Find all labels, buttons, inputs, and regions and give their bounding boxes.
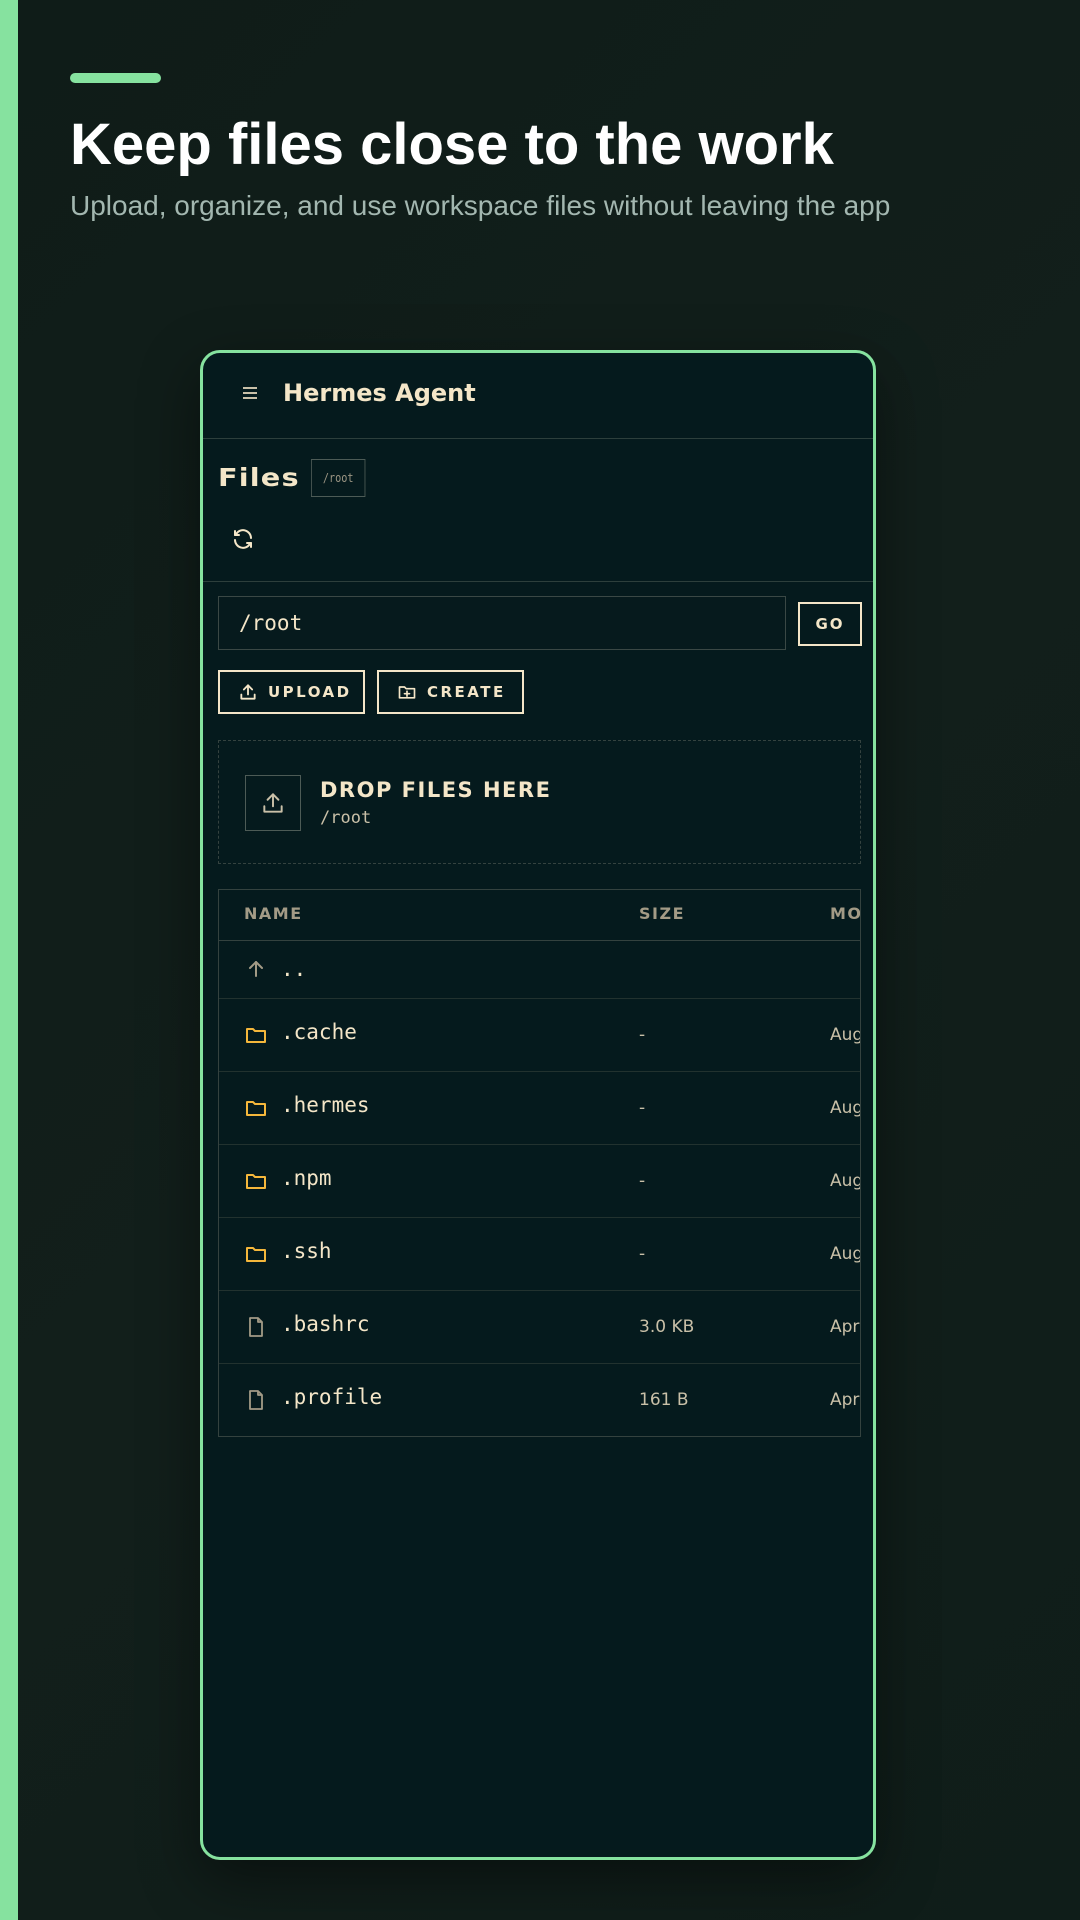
file-size: - bbox=[639, 1025, 646, 1045]
file-modified: Apr bbox=[830, 1390, 860, 1410]
hamburger-menu-icon[interactable] bbox=[241, 384, 261, 404]
file-name: .hermes bbox=[281, 1093, 370, 1117]
upload-button[interactable]: UPLOAD bbox=[218, 670, 365, 714]
drop-zone-title: DROP FILES HERE bbox=[320, 778, 552, 802]
app-topbar: Hermes Agent bbox=[203, 353, 873, 439]
file-size: - bbox=[639, 1244, 646, 1264]
file-icon bbox=[249, 1390, 263, 1410]
file-name: .ssh bbox=[281, 1239, 332, 1263]
parent-directory-label: .. bbox=[281, 957, 307, 981]
drop-upload-icon-box bbox=[245, 775, 301, 831]
folder-plus-icon bbox=[398, 686, 416, 699]
table-row[interactable]: .hermes - Aug bbox=[219, 1072, 861, 1145]
file-name: .bashrc bbox=[281, 1312, 370, 1336]
files-title: Files bbox=[218, 463, 300, 492]
folder-icon bbox=[246, 1174, 266, 1189]
upload-icon bbox=[263, 793, 283, 813]
go-button[interactable]: GO bbox=[798, 602, 862, 646]
phone-frame: Hermes Agent Files /root GO UPLOAD CREAT… bbox=[200, 350, 876, 1860]
file-modified: Apr bbox=[830, 1317, 860, 1337]
path-input[interactable] bbox=[218, 596, 786, 650]
refresh-icon[interactable] bbox=[231, 527, 255, 551]
current-path-chip: /root bbox=[311, 459, 366, 497]
file-name: .npm bbox=[281, 1166, 332, 1190]
file-modified: Aug bbox=[830, 1098, 861, 1118]
create-label: CREATE bbox=[427, 683, 506, 701]
file-size: 3.0 KB bbox=[639, 1317, 695, 1337]
create-folder-button[interactable]: CREATE bbox=[377, 670, 524, 714]
left-accent-stripe bbox=[0, 0, 18, 1920]
accent-line bbox=[70, 73, 161, 83]
file-modified: Aug bbox=[830, 1025, 861, 1045]
folder-icon bbox=[246, 1101, 266, 1116]
table-row[interactable]: .npm - Aug bbox=[219, 1145, 861, 1218]
file-size: - bbox=[639, 1171, 646, 1191]
file-name: .cache bbox=[281, 1020, 357, 1044]
parent-directory-row[interactable]: .. bbox=[219, 941, 860, 999]
table-row[interactable]: .ssh - Aug bbox=[219, 1218, 861, 1291]
table-header: NAME SIZE MO bbox=[219, 890, 860, 941]
column-header-size[interactable]: SIZE bbox=[639, 904, 685, 923]
file-size: 161 B bbox=[639, 1390, 689, 1410]
folder-icon bbox=[246, 1028, 266, 1043]
drop-zone-path: /root bbox=[320, 808, 372, 828]
files-header: Files /root bbox=[203, 439, 873, 582]
column-header-name[interactable]: NAME bbox=[244, 904, 303, 923]
file-modified: Aug bbox=[830, 1244, 861, 1264]
table-row[interactable]: .cache - Aug bbox=[219, 999, 861, 1072]
folder-icon bbox=[246, 1247, 266, 1262]
drop-zone[interactable]: DROP FILES HERE /root bbox=[218, 740, 861, 864]
column-header-modified[interactable]: MO bbox=[830, 904, 860, 923]
arrow-up-icon bbox=[249, 961, 263, 977]
file-table: NAME SIZE MO .. .cache - Aug .hermes - A… bbox=[218, 889, 861, 1437]
upload-icon bbox=[240, 684, 256, 700]
app-title: Hermes Agent bbox=[283, 379, 476, 407]
file-icon bbox=[249, 1317, 263, 1337]
upload-label: UPLOAD bbox=[268, 683, 352, 701]
table-row[interactable]: .profile 161 B Apr bbox=[219, 1364, 860, 1436]
file-name: .profile bbox=[281, 1385, 383, 1409]
file-size: - bbox=[639, 1098, 646, 1118]
hero-subtitle: Upload, organize, and use workspace file… bbox=[70, 190, 891, 221]
hero-title: Keep files close to the work bbox=[70, 112, 834, 177]
file-modified: Aug bbox=[830, 1171, 861, 1191]
table-row[interactable]: .bashrc 3.0 KB Apr bbox=[219, 1291, 860, 1364]
